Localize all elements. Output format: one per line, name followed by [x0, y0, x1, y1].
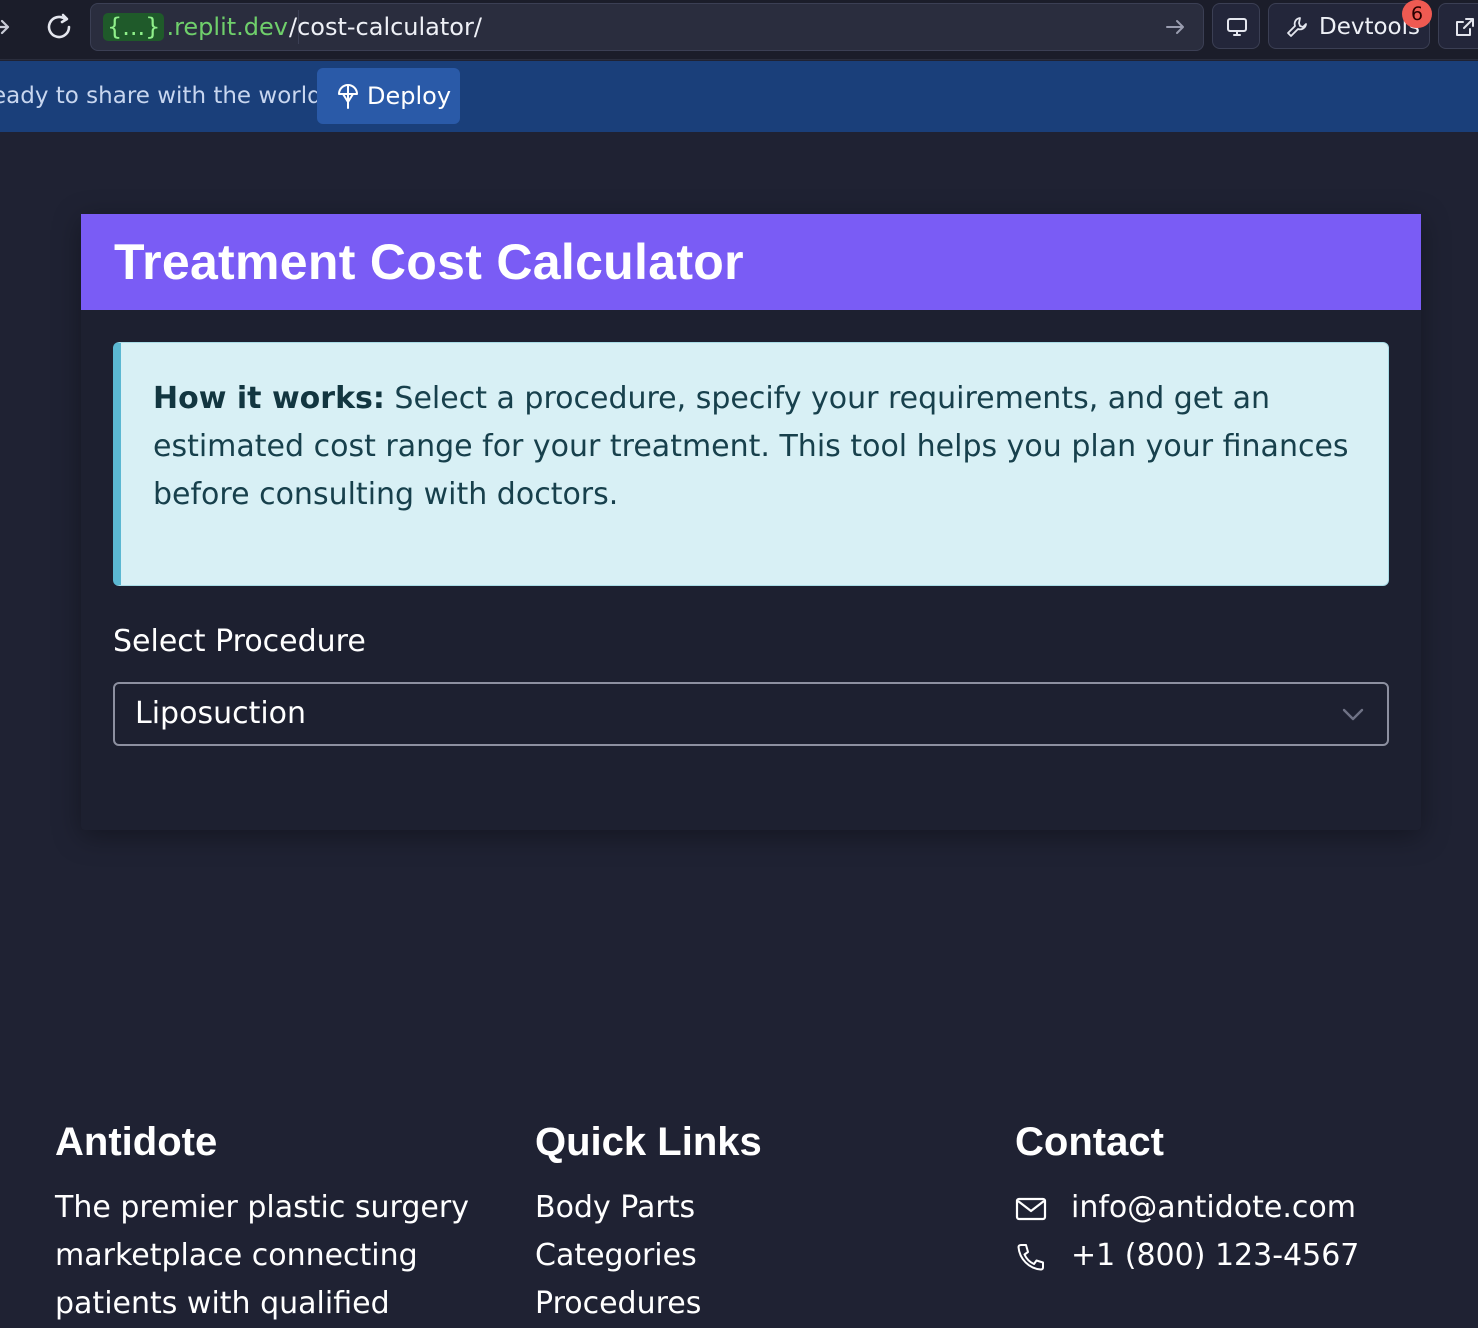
- mail-icon: [1015, 1197, 1047, 1221]
- procedure-select[interactable]: Liposuction: [113, 682, 1389, 746]
- contact-email-row[interactable]: info@antidote.com: [1015, 1184, 1455, 1232]
- footer-brand-tagline: The premier plastic surgery marketplace …: [55, 1190, 469, 1321]
- how-it-works-label: How it works:: [153, 381, 385, 416]
- forward-icon[interactable]: [0, 12, 18, 42]
- deploy-message: eady to share with the world?: [0, 83, 334, 109]
- reload-icon[interactable]: [42, 10, 76, 44]
- contact-email[interactable]: info@antidote.com: [1071, 1184, 1356, 1232]
- contact-heading: Contact: [1015, 1120, 1164, 1164]
- page-title: Treatment Cost Calculator: [114, 234, 744, 290]
- quick-link-body-parts[interactable]: Body Parts: [535, 1184, 935, 1232]
- address-bar[interactable]: {...} .replit.dev /cost-calculator/: [90, 3, 1204, 51]
- wrench-icon: [1287, 17, 1307, 37]
- device-preview-button[interactable]: [1212, 3, 1260, 49]
- quick-link-categories[interactable]: Categories: [535, 1232, 935, 1280]
- url-host-domain: .replit.dev: [166, 13, 288, 41]
- contact-phone[interactable]: +1 (800) 123-4567: [1071, 1232, 1359, 1280]
- chevron-down-icon: [1342, 708, 1364, 721]
- devtools-badge: 6: [1402, 0, 1432, 28]
- go-arrow-icon[interactable]: [1163, 13, 1189, 41]
- external-link-icon: [1456, 18, 1474, 36]
- url-host-brace: {...}: [103, 13, 165, 41]
- how-it-works-text: How it works: Select a procedure, specif…: [153, 375, 1363, 519]
- footer-contact: Contact info@antidote.com +1 (800) 123-4…: [1015, 1112, 1455, 1280]
- deploy-label: Deploy: [367, 82, 452, 110]
- url-path[interactable]: /cost-calculator/: [289, 10, 482, 44]
- procedure-select-value: Liposuction: [135, 696, 307, 731]
- how-it-works-alert: How it works: Select a procedure, specif…: [113, 342, 1389, 586]
- footer-quick-links: Quick Links Body Parts Categories Proced…: [535, 1112, 935, 1328]
- monitor-icon: [1227, 18, 1247, 36]
- footer-brand: Antidote The premier plastic surgery mar…: [55, 1112, 485, 1328]
- browser-toolbar: {...} .replit.dev /cost-calculator/ Devt…: [0, 0, 1478, 60]
- deploy-button[interactable]: Deploy: [317, 68, 460, 124]
- contact-phone-row[interactable]: +1 (800) 123-4567: [1015, 1232, 1455, 1280]
- quick-links-heading: Quick Links: [535, 1120, 762, 1164]
- open-external-button[interactable]: [1438, 3, 1478, 49]
- deploy-banner: eady to share with the world? Deploy: [0, 61, 1478, 132]
- footer-brand-heading: Antidote: [55, 1120, 218, 1164]
- deploy-icon: [338, 84, 358, 109]
- phone-icon: [1017, 1244, 1044, 1271]
- select-procedure-label: Select Procedure: [113, 624, 366, 659]
- cost-calculator-card: Treatment Cost Calculator How it works: …: [81, 214, 1421, 830]
- card-header: Treatment Cost Calculator: [81, 214, 1421, 310]
- quick-link-procedures[interactable]: Procedures: [535, 1280, 935, 1328]
- url-host: {...} .replit.dev: [99, 10, 299, 44]
